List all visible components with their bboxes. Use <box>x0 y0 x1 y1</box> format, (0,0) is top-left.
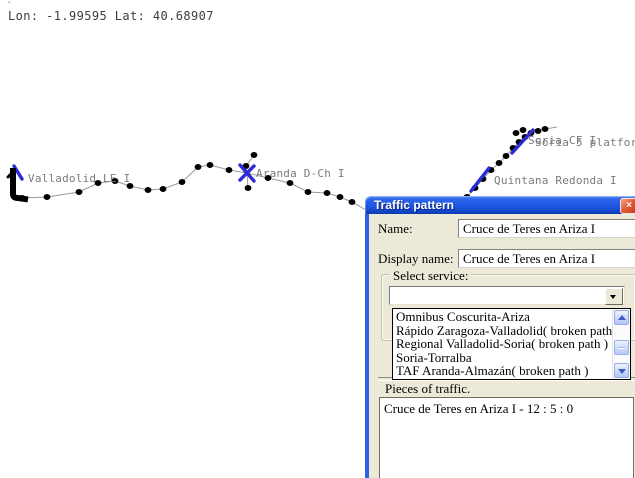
service-option[interactable]: Rápido Zaragoza-Valladolid( broken path … <box>393 323 613 338</box>
route-waypoint-dot[interactable] <box>75 189 83 195</box>
dropdown-scrollbar[interactable] <box>612 309 630 379</box>
route-waypoint-dot[interactable] <box>206 162 214 168</box>
route-waypoint-dot[interactable] <box>348 199 356 205</box>
service-option[interactable]: TAF Aranda-Almazán( broken path ) <box>393 364 613 378</box>
scrollbar-thumb[interactable] <box>614 340 629 355</box>
route-waypoint-dot[interactable] <box>159 186 167 192</box>
service-combobox[interactable] <box>389 286 625 305</box>
route-waypoint-dot[interactable] <box>336 194 344 200</box>
route-waypoint-dot[interactable] <box>519 127 527 133</box>
map-station-label: Quintana Redonda I <box>494 174 617 187</box>
display-name-label: Display name: <box>378 251 454 266</box>
dialog-titlebar[interactable]: Traffic pattern × <box>365 196 635 214</box>
route-waypoint-dot[interactable] <box>178 179 186 185</box>
name-input[interactable] <box>458 219 635 238</box>
route-waypoint-dot[interactable] <box>502 153 510 159</box>
map-station-label: Soria 5 platform I <box>535 136 635 149</box>
chevron-down-icon <box>618 369 626 374</box>
service-dropdown-list: Omnibus Coscurita-Ariza Rápido Zaragoza-V… <box>392 308 631 380</box>
route-waypoint-dot[interactable] <box>541 126 549 132</box>
scroll-up-button[interactable] <box>614 310 629 325</box>
route-waypoint-dot[interactable] <box>225 167 233 173</box>
name-label: Name: <box>378 221 413 236</box>
route-waypoint-dot[interactable] <box>286 180 294 186</box>
select-service-label: Select service: <box>390 268 472 284</box>
chevron-down-icon <box>610 295 616 299</box>
route-waypoint-dots <box>18 126 549 205</box>
display-name-input[interactable] <box>458 249 635 268</box>
route-waypoint-dot[interactable] <box>304 189 312 195</box>
traffic-pattern-dialog: Traffic pattern × Name: Display name: Se… <box>365 196 635 478</box>
route-waypoint-dot[interactable] <box>144 187 152 193</box>
pieces-of-traffic-list[interactable]: Cruce de Teres en Ariza I - 12 : 5 : 0 <box>379 397 634 478</box>
route-waypoint-dot[interactable] <box>250 152 258 158</box>
map-editor-window: - Lon: -1.99595 Lat: 40.68907 Valladolid… <box>0 0 635 478</box>
service-option[interactable]: Regional Valladolid-Soria( broken path ) <box>393 337 613 351</box>
service-options: Omnibus Coscurita-Ariza Rápido Zaragoza-V… <box>393 310 613 379</box>
chevron-up-icon <box>618 315 626 320</box>
dialog-title: Traffic pattern <box>374 198 455 212</box>
dialog-body: Name: Display name: Select service: Omni… <box>365 214 635 478</box>
map-station-label: Aranda D-Ch I <box>256 167 345 180</box>
service-option[interactable]: Omnibus Coscurita-Ariza <box>393 310 613 324</box>
route-waypoint-dot[interactable] <box>512 130 520 136</box>
pieces-of-traffic-label: Pieces of traffic. <box>385 381 471 396</box>
traffic-piece-item[interactable]: Cruce de Teres en Ariza I - 12 : 5 : 0 <box>380 398 633 417</box>
route-waypoint-dot[interactable] <box>244 185 252 191</box>
route-waypoint-dot[interactable] <box>323 190 331 196</box>
close-button[interactable]: × <box>620 198 635 214</box>
combo-dropdown-button[interactable] <box>605 288 623 305</box>
route-waypoint-dot[interactable] <box>43 194 51 200</box>
service-option[interactable]: Soria-Torralba <box>393 350 613 365</box>
scroll-down-button[interactable] <box>614 363 629 378</box>
route-waypoint-dot[interactable] <box>194 164 202 170</box>
map-station-label: Valladolid LE I <box>28 172 131 185</box>
route-waypoint-dot[interactable] <box>495 160 503 166</box>
close-icon: × <box>626 200 632 211</box>
